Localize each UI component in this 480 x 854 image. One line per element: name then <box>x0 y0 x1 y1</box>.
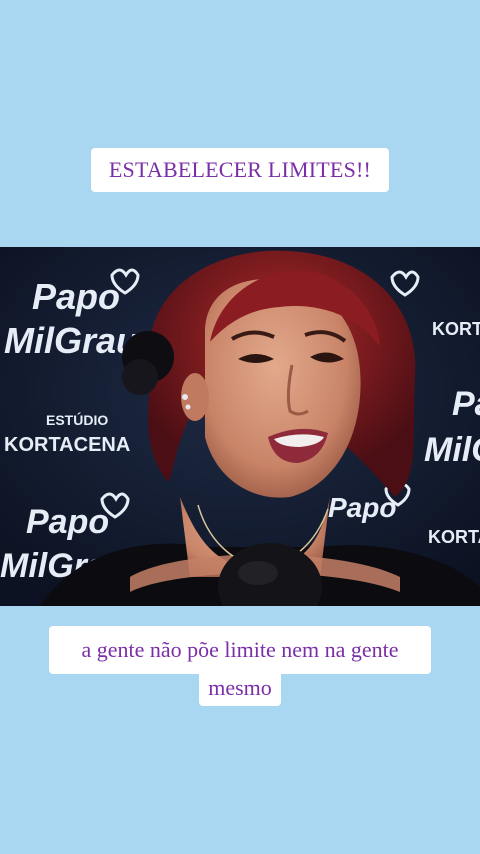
subtitle-line-1: a gente não põe limite nem na gente <box>49 626 431 674</box>
studio-name-text-right: KORTACENA <box>432 319 480 339</box>
hair-flower-petal <box>122 359 158 395</box>
earring-2 <box>185 404 191 410</box>
video-frame[interactable]: Papo MilGrau ESTÚDIO KORTACENA Papo MilG… <box>0 247 480 606</box>
brand-papo-text-right: Papo <box>452 385 480 423</box>
microphone-highlight <box>238 561 278 585</box>
brand-milgrau-text-right: MilGrau <box>424 431 480 469</box>
subtitle-line-2: mesmo <box>199 670 281 706</box>
brand-milgrau-text: MilGrau <box>4 320 138 361</box>
studio-name-text: KORTACENA <box>4 434 130 456</box>
caption-title: ESTABELECER LIMITES!! <box>91 148 389 192</box>
brand-papo-text: Papo <box>32 276 120 317</box>
brand-papo-text-right-2: Papo <box>328 492 396 523</box>
earring <box>182 394 188 400</box>
studio-name-text-right-2: KORTACENA <box>428 527 480 547</box>
studio-label-text: ESTÚDIO <box>46 411 108 428</box>
brand-papo-text-2: Papo <box>26 503 109 541</box>
